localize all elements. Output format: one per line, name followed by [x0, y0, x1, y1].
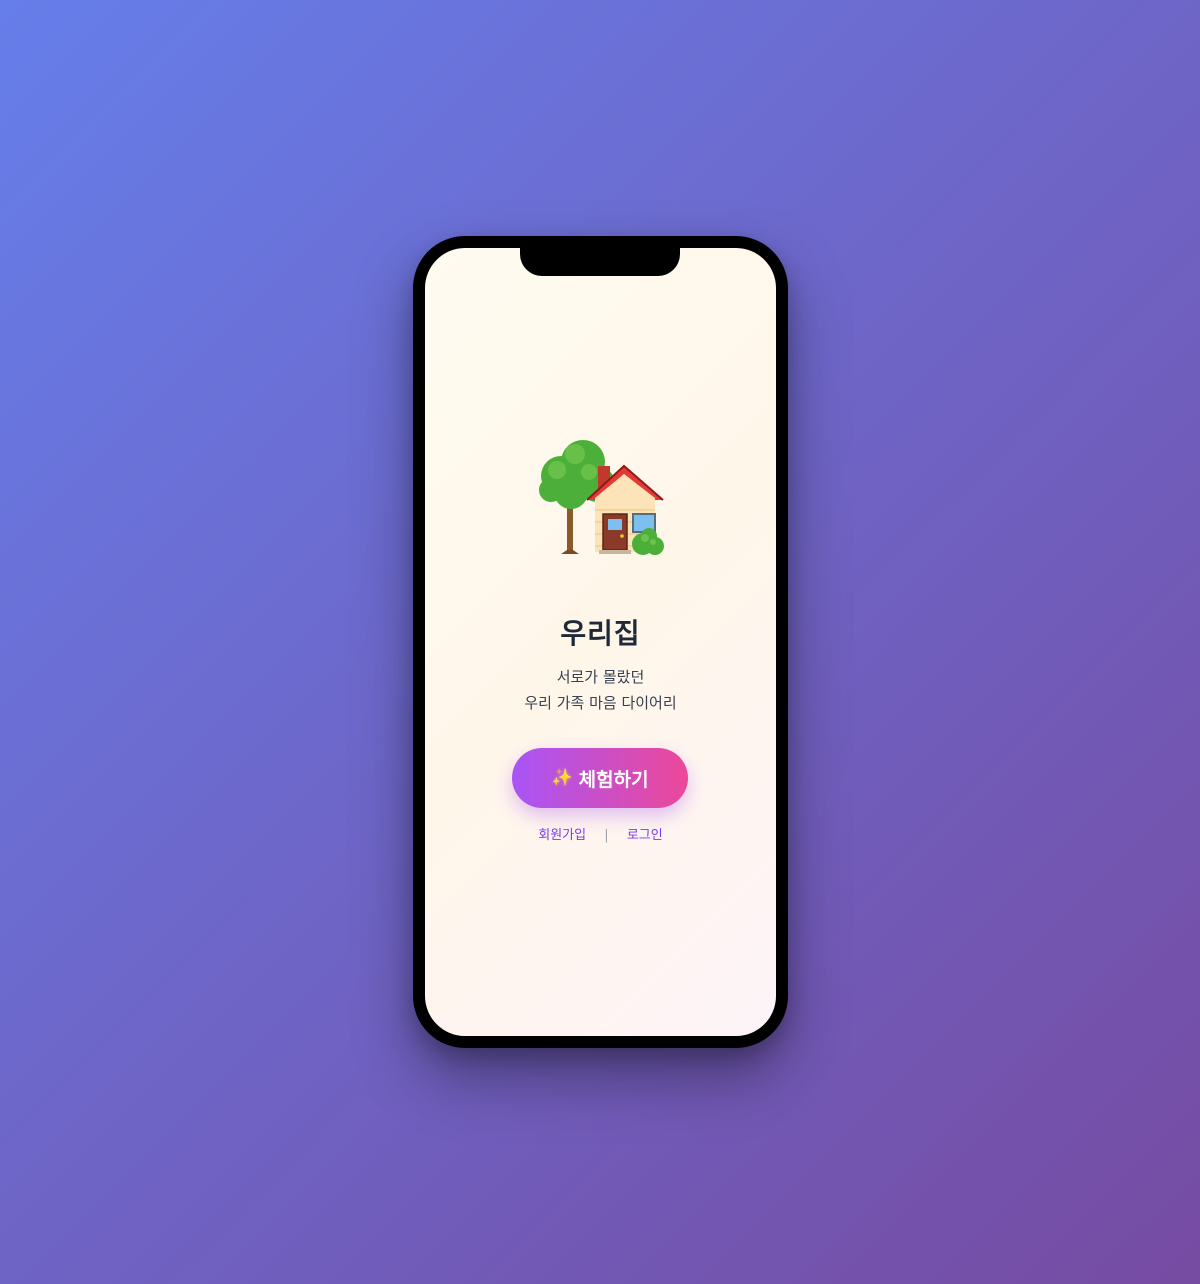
app-title: 우리집 — [560, 617, 641, 650]
subtitle-line: 우리 가족 마음 다이어리 — [524, 694, 677, 712]
auth-links: 회원가입 | 로그인 — [425, 824, 776, 843]
phone-notch — [520, 248, 680, 276]
sparkles-icon: ✨ — [551, 768, 573, 788]
signup-link[interactable]: 회원가입 — [538, 828, 586, 843]
app-screen: 우리집 서로가 몰랐던 우리 가족 마음 다이어리 ✨ 체험하기 회원가입 | … — [425, 248, 776, 1036]
try-button[interactable]: ✨ 체험하기 — [512, 748, 688, 808]
phone-frame: 우리집 서로가 몰랐던 우리 가족 마음 다이어리 ✨ 체험하기 회원가입 | … — [413, 236, 788, 1048]
login-link[interactable]: 로그인 — [627, 828, 663, 843]
app-subtitle: 서로가 몰랐던 우리 가족 마음 다이어리 — [425, 664, 776, 716]
try-button-label: 체험하기 — [578, 768, 649, 791]
link-divider: | — [604, 828, 609, 843]
house-with-garden-icon — [425, 428, 776, 568]
subtitle-line: 서로가 몰랐던 — [556, 668, 645, 686]
